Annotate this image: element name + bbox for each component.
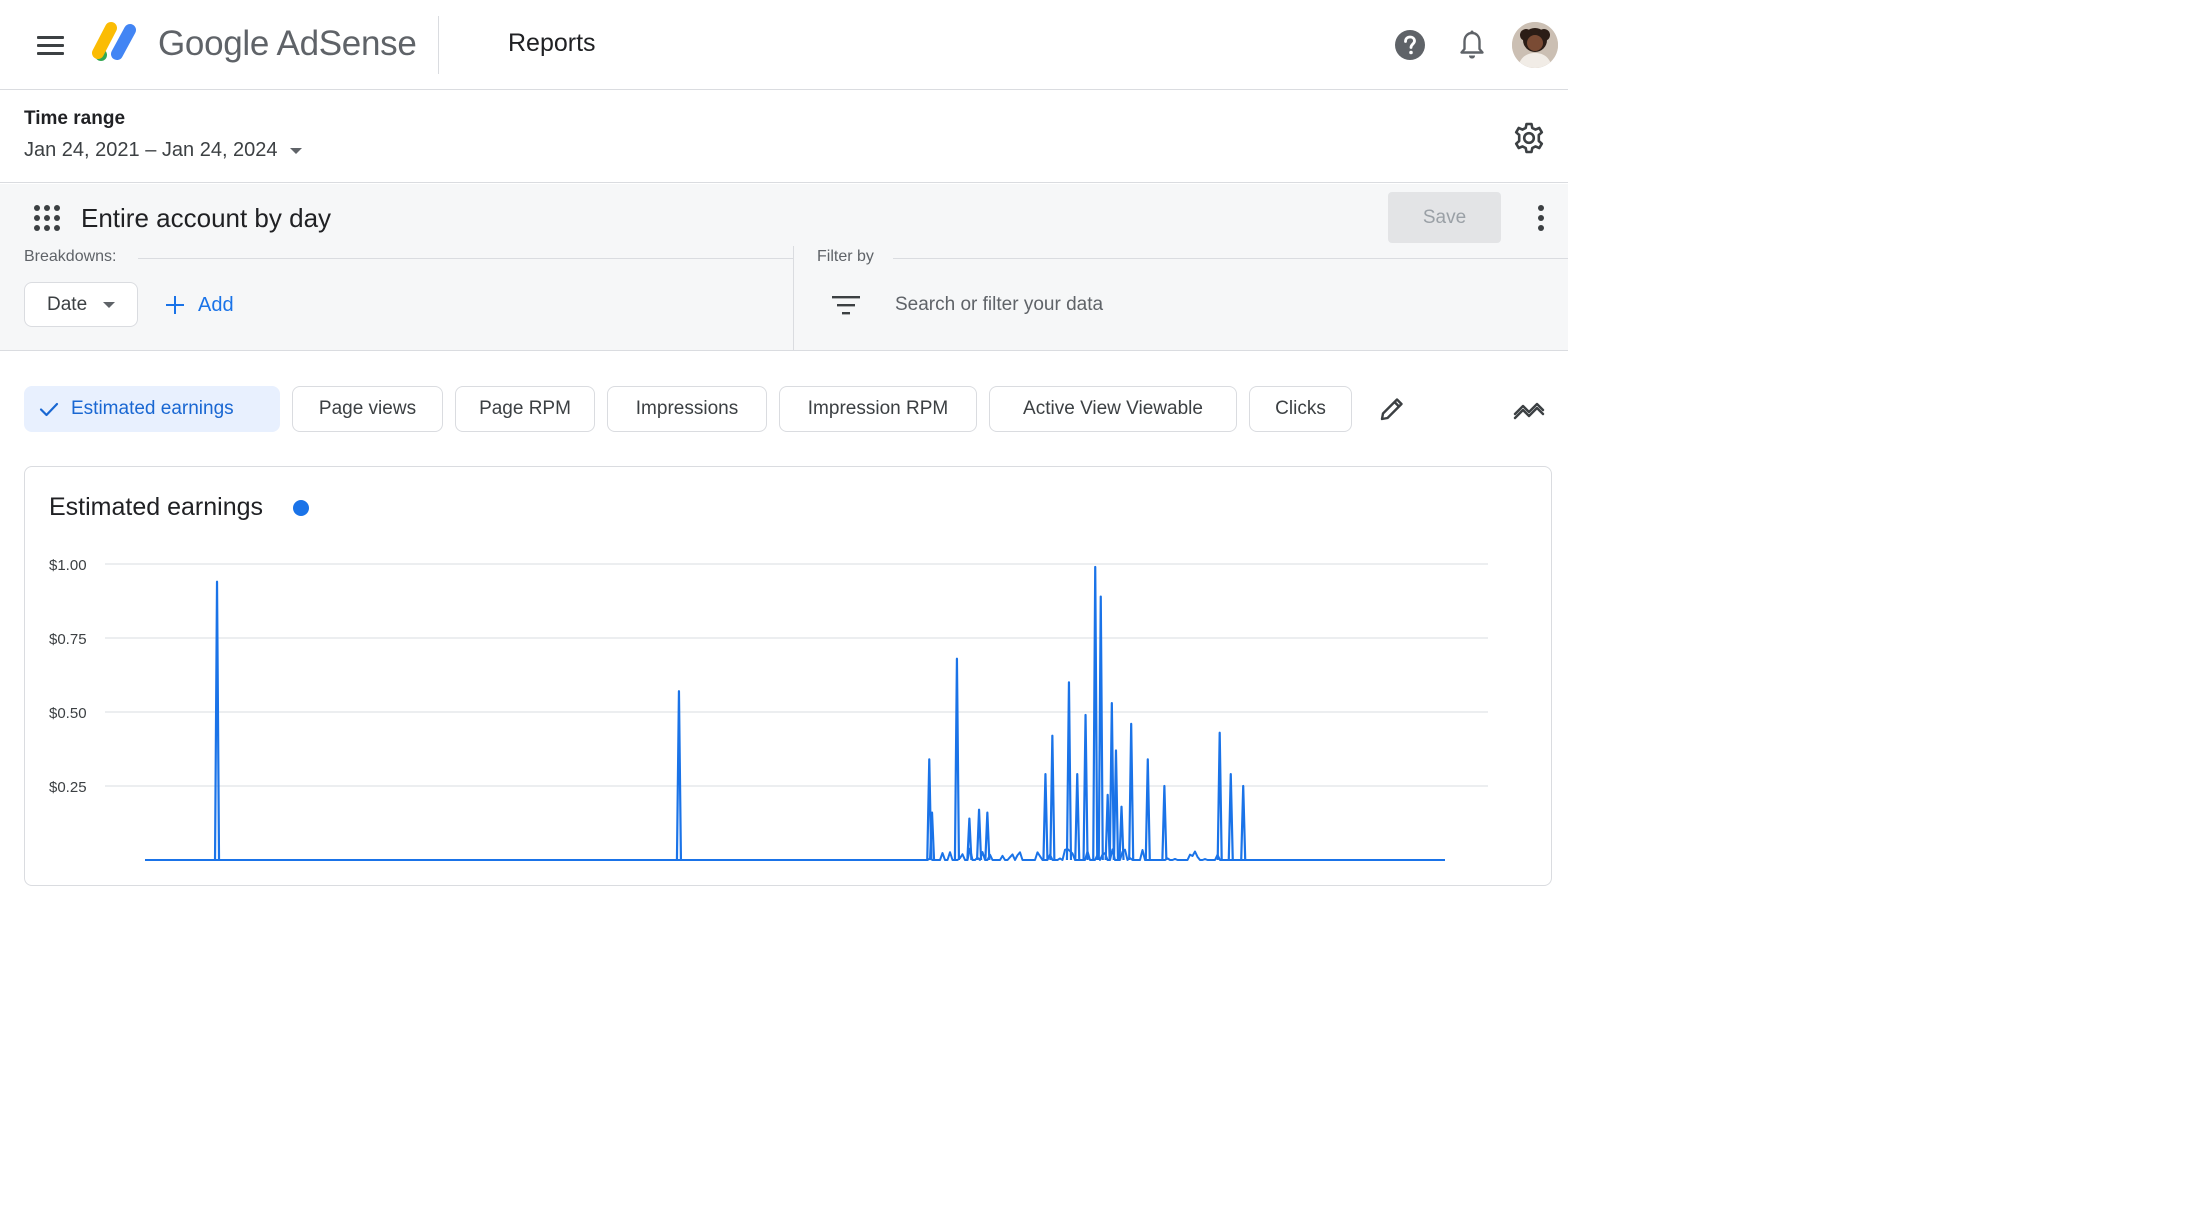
- save-button[interactable]: Save: [1388, 192, 1501, 243]
- filter-by-label: Filter by: [817, 248, 874, 265]
- y-tick-label: $0.50: [49, 705, 87, 722]
- data-spike[interactable]: [1082, 713, 1089, 861]
- filter-search-input[interactable]: [895, 285, 1495, 325]
- more-vert-icon[interactable]: [1526, 198, 1556, 238]
- data-spike[interactable]: [1227, 773, 1234, 861]
- bell-icon[interactable]: [1452, 25, 1492, 65]
- chart-card: Estimated earnings $1.00 $0.75 $0.50 $0.25: [24, 466, 1552, 886]
- apps-grid-icon[interactable]: [33, 204, 61, 232]
- data-spike[interactable]: [1097, 595, 1104, 861]
- caret-down-icon: [103, 301, 116, 308]
- breakdown-date-label: Date: [47, 293, 88, 315]
- time-range-value: Jan 24, 2021 – Jan 24, 2024: [24, 139, 278, 161]
- data-spike[interactable]: [1144, 758, 1151, 861]
- metric-chip-label: Impressions: [635, 398, 739, 419]
- add-breakdown-label: Add: [198, 293, 234, 316]
- filter-divider: [893, 258, 1568, 259]
- report-toolbar: Entire account by day Save Breakdowns: F…: [0, 184, 1568, 351]
- metric-chip-label: Page RPM: [479, 398, 571, 419]
- data-spike[interactable]: [213, 580, 221, 861]
- compare-trend-icon[interactable]: [1510, 392, 1548, 426]
- data-spike[interactable]: [975, 808, 983, 861]
- menu-icon[interactable]: [30, 27, 70, 63]
- time-range-label: Time range: [24, 108, 126, 129]
- data-spike[interactable]: [1049, 734, 1056, 861]
- data-spike[interactable]: [1065, 681, 1073, 861]
- data-spike[interactable]: [1161, 784, 1168, 861]
- metric-chip-clicks[interactable]: Clicks: [1249, 386, 1352, 432]
- time-range-selector[interactable]: Jan 24, 2021 – Jan 24, 2024: [24, 139, 302, 162]
- report-title[interactable]: Entire account by day: [81, 203, 331, 234]
- metric-chip-impressions[interactable]: Impressions: [607, 386, 767, 432]
- add-breakdown-button[interactable]: Add: [166, 290, 234, 320]
- metric-chip-impression-rpm[interactable]: Impression RPM: [779, 386, 977, 432]
- data-spike[interactable]: [953, 657, 961, 861]
- account-avatar[interactable]: [1512, 22, 1558, 68]
- y-tick-label: $0.75: [49, 631, 87, 648]
- section-divider: [793, 246, 794, 351]
- pencil-icon[interactable]: [1375, 390, 1409, 428]
- data-spike[interactable]: [1092, 565, 1099, 861]
- gear-icon[interactable]: [1508, 117, 1550, 159]
- metric-chip-page-rpm[interactable]: Page RPM: [455, 386, 595, 432]
- top-app-bar: Google AdSense Reports: [0, 0, 1568, 90]
- time-range-bar: Time range Jan 24, 2021 – Jan 24, 2024: [0, 91, 1568, 183]
- data-spike[interactable]: [1042, 773, 1049, 861]
- y-tick-label: $0.25: [49, 779, 87, 796]
- metric-chip-label: Clicks: [1275, 398, 1326, 419]
- help-circle-icon[interactable]: [1390, 25, 1430, 65]
- metric-chip-page-views[interactable]: Page views: [292, 386, 443, 432]
- breakdown-date-chip[interactable]: Date: [24, 282, 138, 327]
- data-spike[interactable]: [1108, 702, 1115, 861]
- series-line-estimated-earnings: [145, 847, 1445, 861]
- filter-list-icon[interactable]: [832, 294, 860, 316]
- adsense-logo-icon: [92, 22, 136, 61]
- data-spike[interactable]: [675, 690, 683, 861]
- data-spike[interactable]: [1128, 722, 1135, 861]
- metric-chip-label: Estimated earnings: [71, 398, 234, 419]
- data-spike[interactable]: [1112, 749, 1120, 861]
- data-spike[interactable]: [1074, 773, 1081, 861]
- metric-chip-estimated-earnings[interactable]: Estimated earnings: [24, 386, 280, 432]
- earnings-line-chart: $1.00 $0.75 $0.50 $0.25: [49, 557, 1488, 861]
- metric-chip-label: Impression RPM: [807, 398, 949, 419]
- page-title: Reports: [508, 29, 596, 57]
- metric-chip-active-view-viewable[interactable]: Active View Viewable: [989, 386, 1237, 432]
- data-spike[interactable]: [1240, 784, 1247, 861]
- breakdowns-divider: [138, 258, 793, 259]
- data-spike[interactable]: [1216, 731, 1223, 861]
- breakdowns-label: Breakdowns:: [24, 248, 127, 266]
- metric-chip-label: Active View Viewable: [1023, 398, 1203, 419]
- plus-icon: [166, 296, 184, 314]
- brand-name: Google AdSense: [158, 24, 417, 63]
- data-spike[interactable]: [984, 811, 991, 861]
- caret-down-icon: [289, 147, 302, 154]
- y-tick-label: $1.00: [49, 557, 87, 574]
- metric-chip-label: Page views: [318, 398, 417, 419]
- header-divider: [438, 16, 439, 74]
- check-icon: [39, 402, 59, 417]
